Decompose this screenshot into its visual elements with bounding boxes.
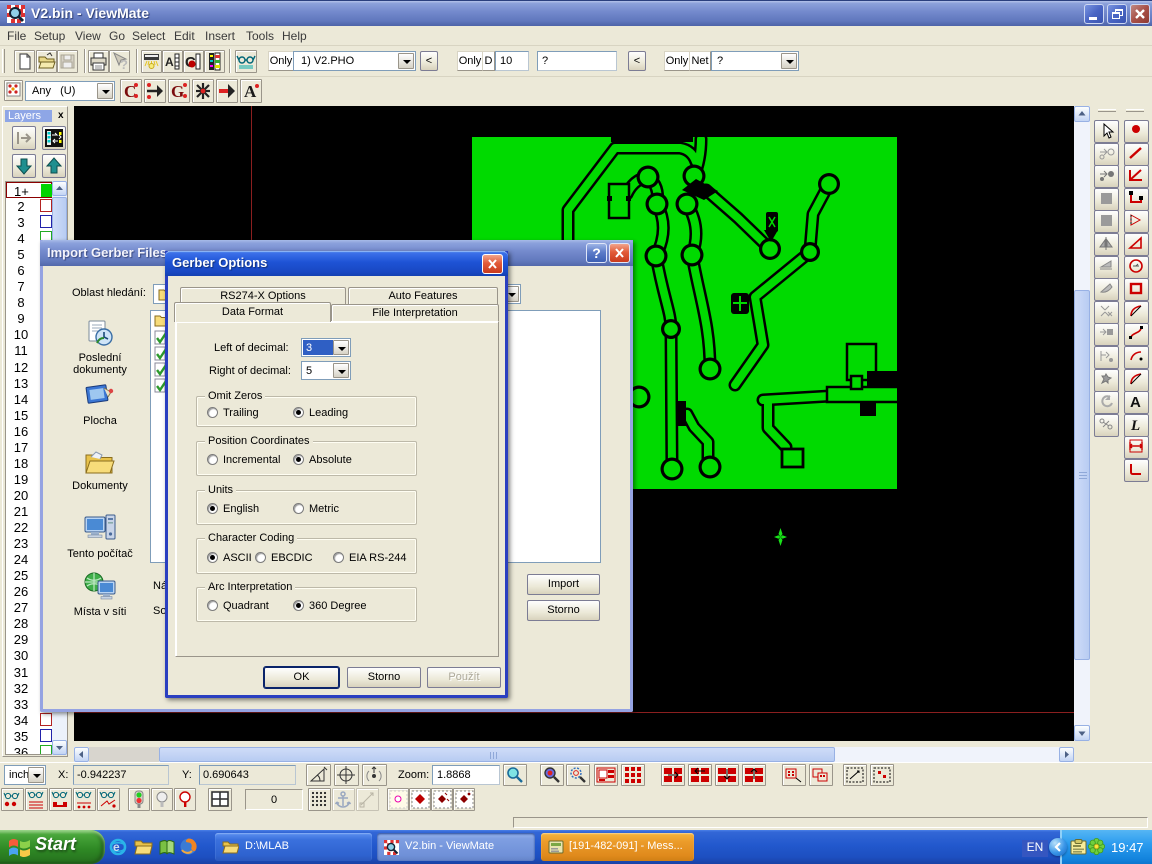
svg-text:L: L xyxy=(1130,418,1140,434)
svg-text:e: e xyxy=(113,840,120,854)
svg-text:A: A xyxy=(244,82,257,101)
svg-text:A: A xyxy=(165,55,174,69)
svg-text:A: A xyxy=(1130,394,1141,411)
svg-text:?: ? xyxy=(120,57,128,72)
svg-text:G: G xyxy=(171,82,184,101)
